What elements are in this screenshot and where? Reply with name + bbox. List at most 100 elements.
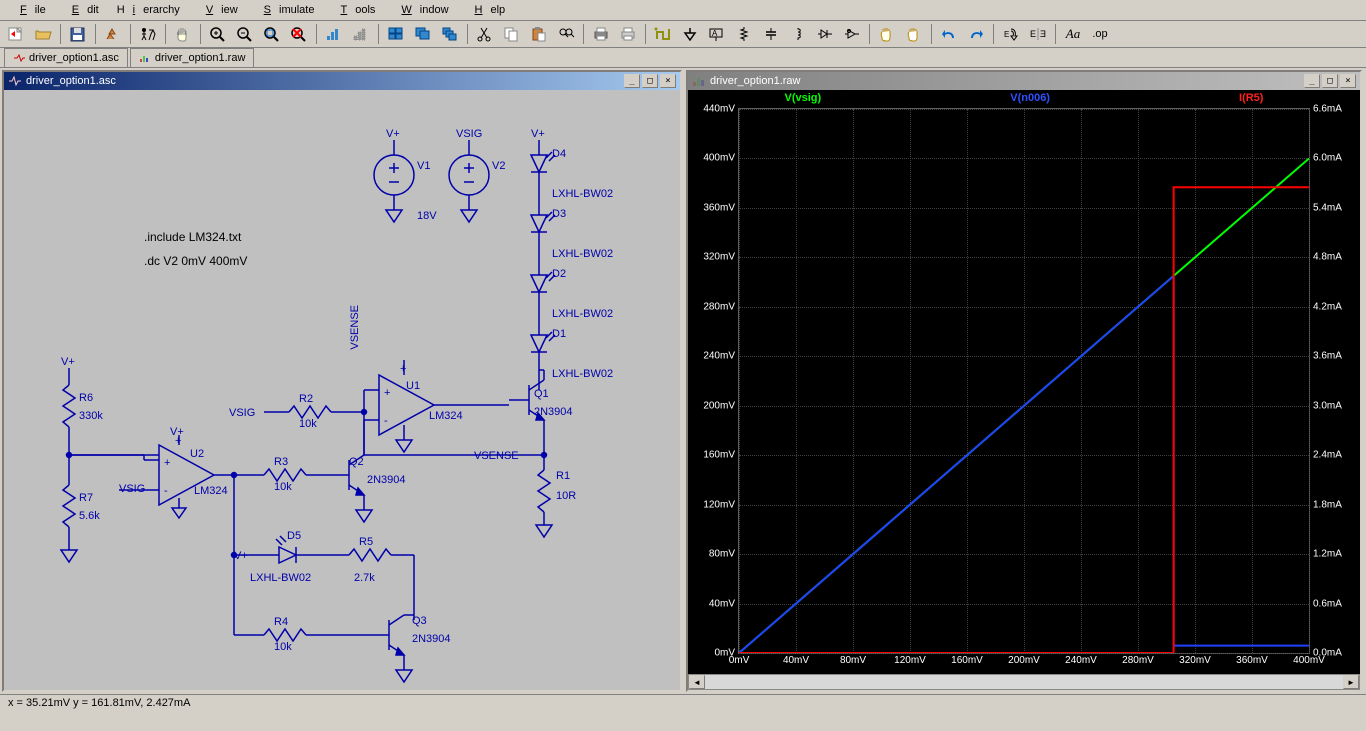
comp-u2-val[interactable]: LM324 <box>194 485 228 497</box>
legend-trace-3[interactable]: I(R5) <box>1239 92 1263 106</box>
comp-q1-val[interactable]: 2N3904 <box>534 406 573 418</box>
label-net-button[interactable]: A <box>705 23 729 45</box>
comp-u2-name[interactable]: U2 <box>190 448 204 460</box>
comp-d2-val[interactable]: LXHL-BW02 <box>552 308 613 320</box>
save-button[interactable] <box>66 23 90 45</box>
scroll-left-button[interactable]: ◄ <box>689 675 705 689</box>
comp-r6-name[interactable]: R6 <box>79 392 93 404</box>
comp-d5-val[interactable]: LXHL-BW02 <box>250 572 311 584</box>
maximize-button[interactable]: □ <box>642 74 658 88</box>
plot-trace[interactable] <box>739 187 1309 653</box>
close-button[interactable]: × <box>1340 74 1356 88</box>
menu-help[interactable]: Help <box>459 2 514 18</box>
comp-r1-val[interactable]: 10R <box>556 490 576 502</box>
net-vplus-4[interactable]: V+ <box>170 426 184 438</box>
comp-v1-name[interactable]: V1 <box>417 160 430 172</box>
diode-button[interactable] <box>813 23 837 45</box>
menu-window[interactable]: Window <box>385 2 456 18</box>
comp-q1-name[interactable]: Q1 <box>534 388 549 400</box>
schematic-canvas[interactable]: +- + +- + <box>4 90 680 690</box>
inductor-button[interactable] <box>786 23 810 45</box>
plot-trace[interactable] <box>739 276 1309 653</box>
draw-wire-button[interactable] <box>651 23 675 45</box>
legend-trace-1[interactable]: V(vsig) <box>785 92 822 106</box>
menu-hierarchy[interactable]: Hierarchy <box>109 2 188 18</box>
maximize-button[interactable]: □ <box>1322 74 1338 88</box>
rotate-button[interactable]: E <box>999 23 1023 45</box>
zoom-in-button[interactable] <box>206 23 230 45</box>
comp-d3-val[interactable]: LXHL-BW02 <box>552 248 613 260</box>
close-all-button[interactable] <box>438 23 462 45</box>
menu-file[interactable]: FFileile <box>4 2 54 18</box>
tab-waveform[interactable]: driver_option1.raw <box>130 48 255 67</box>
zoom-back-button[interactable] <box>287 23 311 45</box>
menu-edit[interactable]: Edit <box>56 2 107 18</box>
comp-d4-name[interactable]: D4 <box>552 148 566 160</box>
component-button[interactable] <box>840 23 864 45</box>
comp-d1-name[interactable]: D1 <box>552 328 566 340</box>
minimize-button[interactable]: _ <box>1304 74 1320 88</box>
scroll-right-button[interactable]: ► <box>1343 675 1359 689</box>
ground-button[interactable] <box>678 23 702 45</box>
spice-directive-button[interactable]: .op <box>1088 23 1112 45</box>
comp-r4-name[interactable]: R4 <box>274 616 288 628</box>
drag-button[interactable] <box>902 23 926 45</box>
minimize-button[interactable]: _ <box>624 74 640 88</box>
net-vplus-2[interactable]: V+ <box>531 128 545 140</box>
menu-view[interactable]: View <box>190 2 246 18</box>
comp-u1-val[interactable]: LM324 <box>429 410 463 422</box>
cut-button[interactable] <box>473 23 497 45</box>
waveform-scrollbar[interactable]: ◄ ► <box>688 674 1360 690</box>
comp-d1-val[interactable]: LXHL-BW02 <box>552 368 613 380</box>
comp-q3-val[interactable]: 2N3904 <box>412 633 451 645</box>
comp-v1-val[interactable]: 18V <box>417 210 437 222</box>
waveform-titlebar[interactable]: driver_option1.raw _ □ × <box>688 72 1360 90</box>
close-button[interactable]: × <box>660 74 676 88</box>
comp-r4-val[interactable]: 10k <box>274 641 292 653</box>
legend-trace-2[interactable]: V(n006) <box>1010 92 1050 106</box>
plot-area[interactable]: V(vsig) V(n006) I(R5) 0mV0.0mA40mV0.6mA8… <box>688 90 1360 674</box>
capacitor-button[interactable] <box>759 23 783 45</box>
paste-button[interactable] <box>527 23 551 45</box>
tab-schematic[interactable]: driver_option1.asc <box>4 48 128 67</box>
comp-r3-val[interactable]: 10k <box>274 481 292 493</box>
run-button[interactable] <box>136 23 160 45</box>
comp-u1-name[interactable]: U1 <box>406 380 420 392</box>
schematic-titlebar[interactable]: driver_option1.asc _ □ × <box>4 72 680 90</box>
print-button[interactable] <box>589 23 613 45</box>
spice-include[interactable]: .include LM324.txt <box>144 230 241 244</box>
comp-v2-name[interactable]: V2 <box>492 160 505 172</box>
copy-button[interactable] <box>500 23 524 45</box>
comp-r1-name[interactable]: R1 <box>556 470 570 482</box>
comp-d2-name[interactable]: D2 <box>552 268 566 280</box>
print-setup-button[interactable] <box>616 23 640 45</box>
comp-r3-name[interactable]: R3 <box>274 456 288 468</box>
comp-r5-val[interactable]: 2.7k <box>354 572 375 584</box>
comp-r2-name[interactable]: R2 <box>299 393 313 405</box>
move-button[interactable] <box>875 23 899 45</box>
text-button[interactable]: Aa <box>1061 23 1085 45</box>
autorange-x-button[interactable] <box>322 23 346 45</box>
zoom-fit-button[interactable] <box>260 23 284 45</box>
comp-r6-val[interactable]: 330k <box>79 410 103 422</box>
comp-q3-name[interactable]: Q3 <box>412 615 427 627</box>
plot-canvas[interactable]: 0mV0.0mA40mV0.6mA80mV1.2mA120mV1.8mA160m… <box>738 108 1310 654</box>
open-button[interactable] <box>31 23 55 45</box>
net-vplus-3[interactable]: V+ <box>61 356 75 368</box>
comp-d4-val[interactable]: LXHL-BW02 <box>552 188 613 200</box>
net-vsig[interactable]: VSIG <box>456 128 482 140</box>
net-vplus[interactable]: V+ <box>386 128 400 140</box>
autorange-y-button[interactable] <box>349 23 373 45</box>
resistor-button[interactable] <box>732 23 756 45</box>
tile-button[interactable] <box>384 23 408 45</box>
menu-simulate[interactable]: Simulate <box>248 2 323 18</box>
pan-button[interactable] <box>171 23 195 45</box>
comp-r5-name[interactable]: R5 <box>359 536 373 548</box>
control-panel-button[interactable] <box>101 23 125 45</box>
comp-r2-val[interactable]: 10k <box>299 418 317 430</box>
find-button[interactable] <box>554 23 578 45</box>
net-vplus-5[interactable]: V+ <box>234 550 248 562</box>
zoom-out-button[interactable] <box>233 23 257 45</box>
redo-button[interactable] <box>964 23 988 45</box>
mirror-button[interactable]: EE <box>1026 23 1050 45</box>
